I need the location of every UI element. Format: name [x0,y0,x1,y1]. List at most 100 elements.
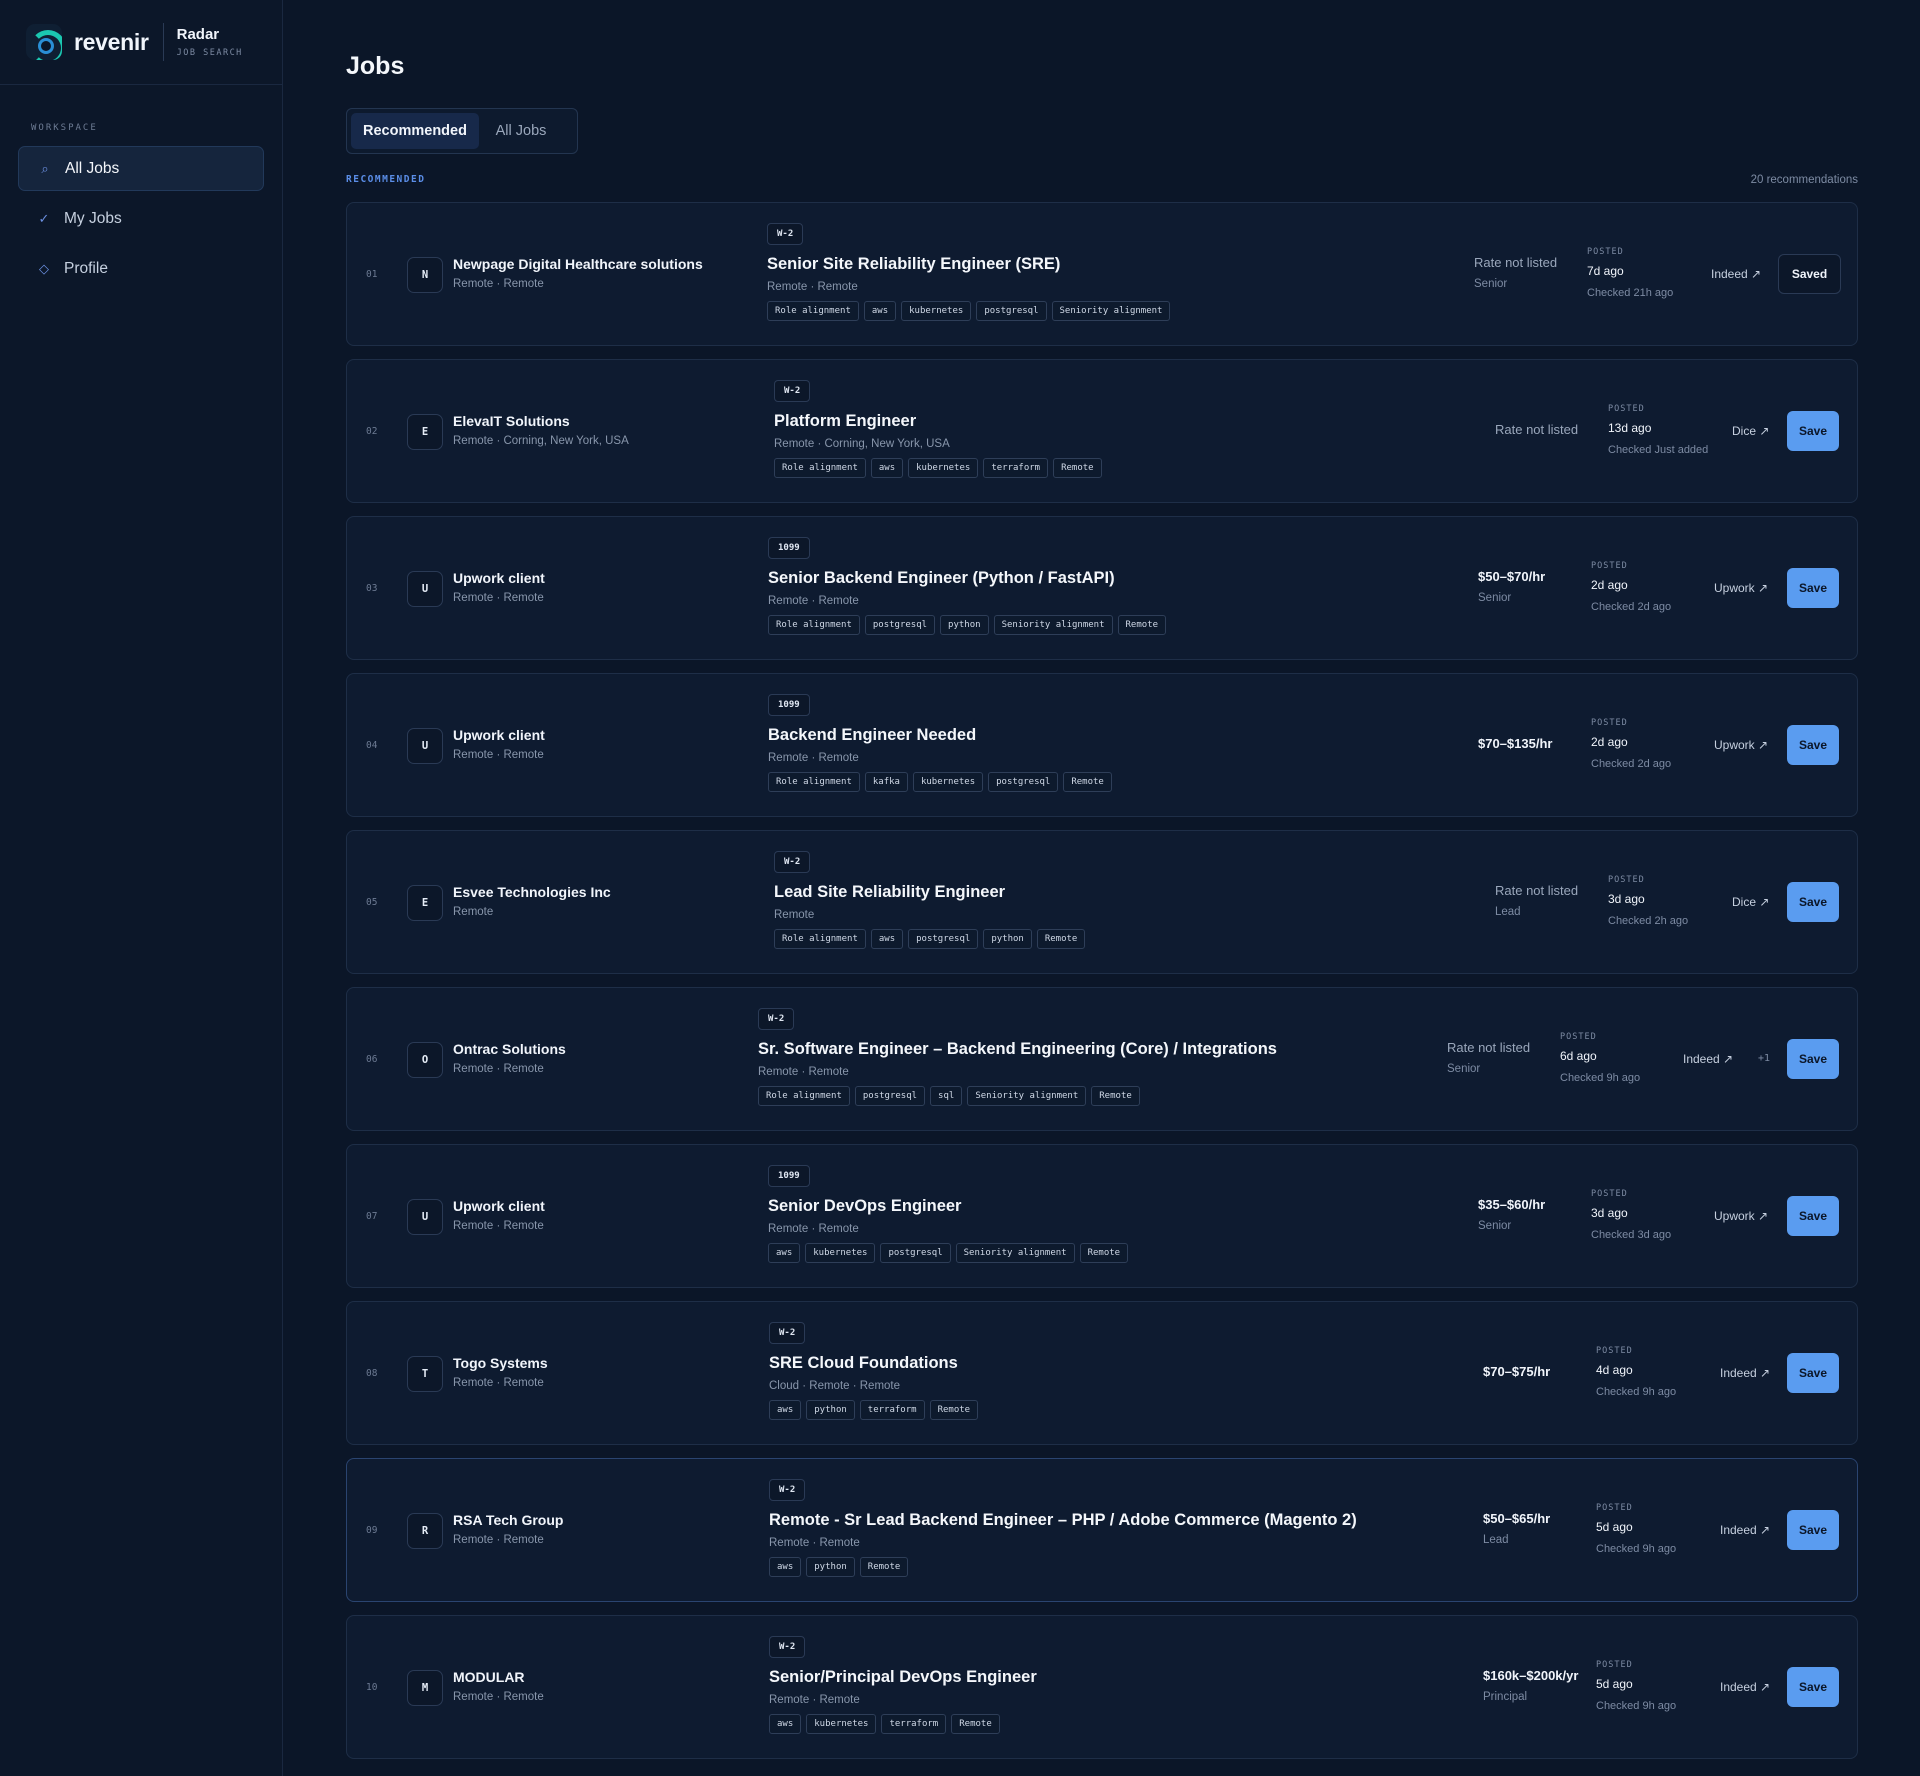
skill-tag: kubernetes [806,1714,877,1734]
company-name: Esvee Technologies Inc [453,884,611,900]
tag-list: Role alignment aws kubernetes postgresql Sen… [767,301,1171,321]
save-button[interactable]: Save [1787,1039,1839,1079]
job-title[interactable]: SRE Cloud Foundations [769,1354,978,1373]
rate-block: $160k–$200k/yr Principal [1483,1668,1578,1703]
save-button[interactable]: Save [1787,411,1839,451]
company-name: RSA Tech Group [453,1512,564,1528]
brand-divider [162,23,164,61]
skill-tag: Role alignment [768,615,860,635]
seniority-level: Senior [1447,1063,1481,1075]
sidebar-item-my-jobs[interactable]: ✓ My Jobs [18,196,264,241]
source-link[interactable]: Indeed ↗ [1720,1680,1770,1694]
posted-block: POSTED 7d ago Checked 21h ago [1587,247,1673,299]
source-link[interactable]: Indeed ↗ [1720,1366,1770,1380]
job-title[interactable]: Senior Backend Engineer (Python / FastAP… [768,569,1166,588]
checked-status: Checked 3d ago [1591,1229,1672,1241]
job-row[interactable]: 05 E Esvee Technologies Inc Remote W-2 Lead S… [346,830,1858,974]
source-link[interactable]: Upwork ↗ [1714,581,1768,595]
job-title[interactable]: Senior Site Reliability Engineer (SRE) [767,255,1170,274]
tab-recommended[interactable]: Recommended [351,113,479,149]
checked-status: Checked 21h ago [1587,287,1674,299]
job-title[interactable]: Sr. Software Engineer – Backend Engineer… [758,1040,1277,1059]
tag-list: Role alignment postgresql python Seniority … [768,615,1167,635]
extra-sources-count: +1 [1758,1053,1771,1064]
source-link[interactable]: Upwork ↗ [1714,1209,1768,1223]
save-button[interactable]: Save [1787,725,1839,765]
company-location: Remote · Remote [453,1063,544,1075]
job-location: Remote · Remote [769,1537,860,1549]
posted-age: 7d ago [1587,264,1624,278]
source-link[interactable]: Upwork ↗ [1714,738,1768,752]
save-button[interactable]: Save [1787,568,1839,608]
job-title[interactable]: Remote - Sr Lead Backend Engineer – PHP … [769,1511,1357,1530]
job-location: Remote · Remote [768,752,859,764]
job-title[interactable]: Senior/Principal DevOps Engineer [769,1668,1037,1687]
source-link[interactable]: Dice ↗ [1732,895,1769,909]
job-block: 1099 Senior DevOps Engineer Remote · Remot… [768,1165,1129,1263]
tag-list: aws python terraform Remote [769,1400,979,1420]
rate-block: $35–$60/hr Senior [1478,1197,1545,1232]
company-avatar: T [407,1356,443,1392]
skill-tag: aws [768,1243,801,1263]
skill-tag: sql [930,1086,963,1106]
company-block: Togo Systems Remote · Remote [453,1355,753,1389]
checked-status: Checked 9h ago [1560,1072,1641,1084]
employment-type-badge: W-2 [774,851,811,873]
skill-tag: python [806,1400,855,1420]
job-row[interactable]: 03 U Upwork client Remote · Remote 1099 Senio… [346,516,1858,660]
job-row[interactable]: 02 E ElevaIT Solutions Remote · Corning, Ne… [346,359,1858,503]
job-row[interactable]: 01 N Newpage Digital Healthcare solutions R… [346,202,1858,346]
employment-type-badge: W-2 [758,1008,795,1030]
job-row[interactable]: 10 M MODULAR Remote · Remote W-2 Senior/Princ… [346,1615,1858,1759]
source-link[interactable]: Indeed ↗ [1711,267,1761,281]
source-link[interactable]: Indeed ↗ [1683,1052,1733,1066]
rate-value: $35–$60/hr [1478,1197,1546,1212]
job-title[interactable]: Platform Engineer [774,412,1102,431]
checked-status: Checked 2d ago [1591,601,1672,613]
tab-all-jobs[interactable]: All Jobs [479,113,563,149]
company-block: Ontrac Solutions Remote · Remote [453,1041,753,1075]
job-location: Remote · Remote [768,1223,859,1235]
tag-list: aws python Remote [769,1557,1357,1577]
posted-label: POSTED [1591,718,1628,728]
job-row[interactable]: 08 T Togo Systems Remote · Remote W-2 SRE Clo… [346,1301,1858,1445]
row-number: 07 [366,1211,378,1222]
job-location: Remote · Remote [767,281,858,293]
saved-button[interactable]: Saved [1778,254,1841,294]
skill-tag: Role alignment [758,1086,850,1106]
rate-block: $70–$135/hr [1478,736,1552,751]
row-number: 09 [366,1525,378,1536]
rate-block: $50–$65/hr Lead [1483,1511,1550,1546]
job-location: Remote · Remote [768,595,859,607]
source-link[interactable]: Dice ↗ [1732,424,1769,438]
company-name: MODULAR [453,1669,525,1685]
job-row[interactable]: 07 U Upwork client Remote · Remote 1099 Senio… [346,1144,1858,1288]
job-row[interactable]: 04 U Upwork client Remote · Remote 1099 Backe… [346,673,1858,817]
job-list: 01 N Newpage Digital Healthcare solutions R… [346,202,1858,1772]
skill-tag: postgresql [880,1243,951,1263]
source-link[interactable]: Indeed ↗ [1720,1523,1770,1537]
job-title[interactable]: Lead Site Reliability Engineer [774,883,1085,902]
job-row[interactable]: 09 R RSA Tech Group Remote · Remote W-2 Remot… [346,1458,1858,1602]
job-block: W-2 SRE Cloud Foundations Cloud · Remote ·… [769,1322,979,1420]
save-button[interactable]: Save [1787,1667,1839,1707]
save-button[interactable]: Save [1787,882,1839,922]
save-button[interactable]: Save [1787,1353,1839,1393]
sidebar-item-all-jobs[interactable]: ⌕ All Jobs [18,146,264,191]
job-title[interactable]: Backend Engineer Needed [768,726,1112,745]
skill-tag: Remote [1053,458,1102,478]
row-number: 04 [366,740,378,751]
posted-label: POSTED [1596,1346,1633,1356]
checked-status: Checked 2d ago [1591,758,1672,770]
job-row[interactable]: 06 O Ontrac Solutions Remote · Remote W-2 Sr.… [346,987,1858,1131]
sidebar-item-profile[interactable]: ◇ Profile [18,246,264,291]
save-button[interactable]: Save [1787,1510,1839,1550]
save-button[interactable]: Save [1787,1196,1839,1236]
row-number: 06 [366,1054,378,1065]
rate-value: $160k–$200k/yr [1483,1668,1579,1683]
seniority-level: Senior [1474,278,1508,290]
company-avatar: M [407,1670,443,1706]
rate-value: $50–$65/hr [1483,1511,1551,1526]
skill-tag: Role alignment [774,929,866,949]
job-title[interactable]: Senior DevOps Engineer [768,1197,1128,1216]
